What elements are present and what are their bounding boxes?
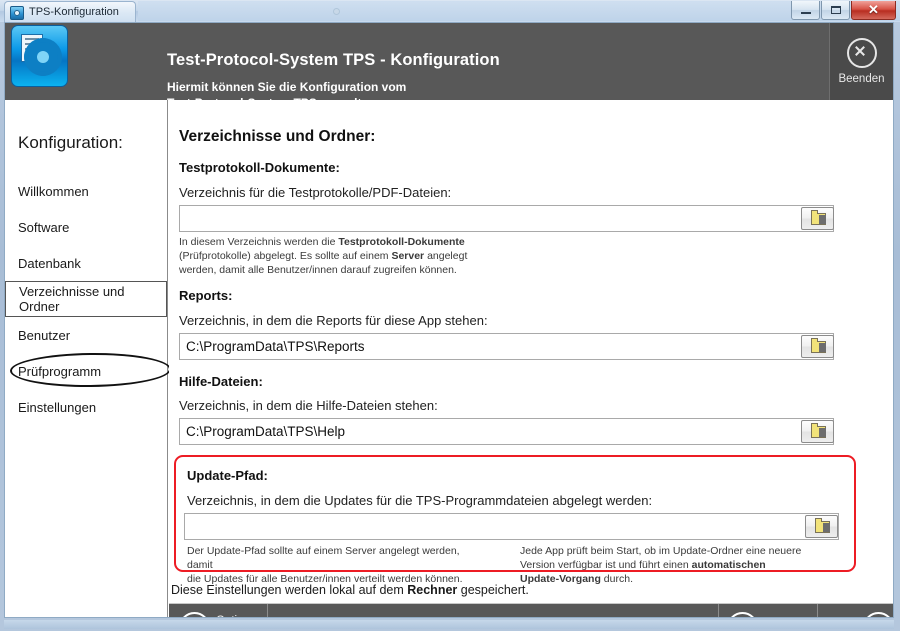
hint-emphasis: Server — [391, 250, 425, 262]
save-options-button[interactable]: Optionen speichern — [171, 604, 268, 618]
maximize-icon — [831, 6, 841, 14]
testprotokoll-browse-button[interactable] — [801, 207, 834, 230]
hint-text: angelegt — [424, 250, 468, 262]
sidebar-item-label: Willkommen — [18, 183, 89, 199]
folder-icon — [811, 338, 826, 353]
back-button[interactable]: Zurück — [718, 604, 815, 617]
sidebar-nav-list: Willkommen Software Datenbank Verzeichni… — [5, 173, 167, 425]
footer-note-emphasis: Rechner — [407, 583, 458, 597]
hint-text: Der Update-Pfad sollte auf einem Server … — [187, 545, 460, 571]
hint-emphasis: Testprotokoll-Dokumente — [338, 236, 465, 248]
window-tab-label: TPS-Konfiguration — [29, 6, 119, 18]
exit-button-label: Beenden — [838, 73, 885, 85]
hint-emphasis: automatischen — [691, 559, 766, 571]
sidebar-item-willkommen[interactable]: Willkommen — [5, 173, 167, 209]
window-tab[interactable]: TPS-Konfiguration — [4, 1, 136, 22]
folder-icon — [811, 423, 826, 438]
hint-update-right: Jede App prüft beim Start, ob im Update-… — [520, 544, 830, 586]
hint-text: Version verfügbar ist und führt einen — [520, 559, 692, 571]
app-header: Test-Protocol-System TPS - Konfiguration… — [5, 23, 893, 110]
hint-emphasis: Update-Vorgang — [520, 573, 601, 585]
field-label-reports: Verzeichnis, in dem die Reports für dies… — [179, 313, 488, 328]
update-browse-button[interactable] — [805, 515, 838, 538]
folder-icon — [811, 210, 826, 225]
footer-note-text: gespeichert. — [457, 583, 529, 597]
window-frame: TPS-Konfiguration ✕ Test-Protocol-System… — [0, 0, 900, 631]
sidebar-item-software[interactable]: Software — [5, 209, 167, 245]
sidebar-item-label: Einstellungen — [18, 399, 97, 415]
arrow-right-icon — [863, 612, 893, 617]
gear-icon — [28, 42, 58, 72]
window-controls: ✕ — [790, 1, 896, 20]
sidebar: Konfiguration: Willkommen Software Daten… — [5, 100, 172, 617]
section-heading-testprotokoll: Testprotokoll-Dokumente: — [179, 160, 340, 175]
section-heading-reports: Reports: — [179, 288, 233, 303]
app-subtitle-line-1: Hiermit können Sie die Konfiguration vom — [167, 80, 407, 94]
sidebar-item-benutzer[interactable]: Benutzer — [5, 317, 167, 353]
sidebar-item-pruefprogramm[interactable]: Prüfprogramm — [5, 353, 167, 389]
folder-icon — [815, 518, 830, 533]
footer-note: Diese Einstellungen werden lokal auf dem… — [171, 583, 529, 597]
window-statusbar — [4, 620, 894, 629]
hilfe-path-input[interactable]: C:\ProgramData\TPS\Help — [179, 418, 834, 445]
hint-text: werden, damit alle Benutzer/innen darauf… — [179, 264, 457, 276]
close-circle-icon — [846, 38, 877, 68]
sidebar-item-label: Prüfprogramm — [18, 363, 102, 379]
sidebar-title: Konfiguration: — [18, 133, 123, 152]
maximize-button[interactable] — [821, 1, 850, 20]
update-path-input[interactable] — [184, 513, 839, 540]
page-title: Verzeichnisse und Ordner: — [179, 128, 376, 145]
minimize-button[interactable] — [791, 1, 820, 20]
arrow-left-icon — [727, 612, 758, 617]
field-label-update: Verzeichnis, in dem die Updates für die … — [187, 493, 653, 508]
sidebar-item-label: Datenbank — [18, 255, 81, 271]
sidebar-item-einstellungen[interactable]: Einstellungen — [5, 389, 167, 425]
sidebar-item-verzeichnisse-und-ordner[interactable]: Verzeichnisse und Ordner — [5, 281, 167, 317]
field-label-hilfe: Verzeichnis, in dem die Hilfe-Dateien st… — [179, 398, 438, 413]
hilfe-browse-button[interactable] — [801, 420, 834, 443]
tab-strip-marker-icon — [333, 8, 340, 15]
hint-text: In diesem Verzeichnis werden die — [179, 236, 339, 248]
exit-button[interactable]: Beenden — [829, 23, 893, 100]
hint-text: Jede App prüft beim Start, ob im Update-… — [520, 545, 802, 557]
app-logo-icon — [11, 25, 68, 87]
save-options-label-line-1: Optionen — [216, 615, 266, 618]
tab-strip-background — [138, 1, 900, 21]
minimize-icon — [801, 12, 811, 14]
close-icon: ✕ — [868, 2, 879, 17]
hint-testprotokoll: In diesem Verzeichnis werden die Testpro… — [179, 235, 467, 277]
field-label-testprotokoll: Verzeichnis für die Testprotokolle/PDF-D… — [179, 185, 452, 200]
reports-path-input[interactable]: C:\ProgramData\TPS\Reports — [179, 333, 834, 360]
app-title: Test-Protocol-System TPS - Konfiguration — [167, 51, 500, 69]
sidebar-item-label: Software — [18, 219, 70, 235]
sidebar-item-label: Benutzer — [18, 327, 71, 343]
section-heading-update: Update-Pfad: — [187, 468, 268, 483]
sidebar-item-label: Verzeichnisse und Ordner — [19, 284, 125, 314]
next-button[interactable]: Weiter — [817, 604, 893, 617]
save-options-label: Optionen speichern — [216, 615, 266, 618]
hint-text: (Prüfprotokolle) abgelegt. Es sollte auf… — [179, 250, 392, 262]
window-titlebar: TPS-Konfiguration ✕ — [0, 0, 900, 22]
reports-browse-button[interactable] — [801, 335, 834, 358]
sidebar-item-datenbank[interactable]: Datenbank — [5, 245, 167, 281]
app-tab-icon — [10, 6, 24, 20]
window-close-button[interactable]: ✕ — [851, 1, 896, 20]
save-disk-icon — [179, 612, 210, 617]
main-content: Verzeichnisse und Ordner: Testprotokoll-… — [169, 100, 893, 618]
application-window: Test-Protocol-System TPS - Konfiguration… — [4, 22, 894, 618]
testprotokoll-path-input[interactable] — [179, 205, 834, 232]
footer-note-text: Diese Einstellungen werden lokal auf dem — [171, 583, 408, 597]
hint-update-left: Der Update-Pfad sollte auf einem Server … — [187, 544, 487, 586]
section-heading-hilfe: Hilfe-Dateien: — [179, 374, 263, 389]
hint-text: durch. — [600, 573, 633, 585]
bottom-toolbar: Optionen speichern Zurück Weiter — [169, 603, 893, 618]
